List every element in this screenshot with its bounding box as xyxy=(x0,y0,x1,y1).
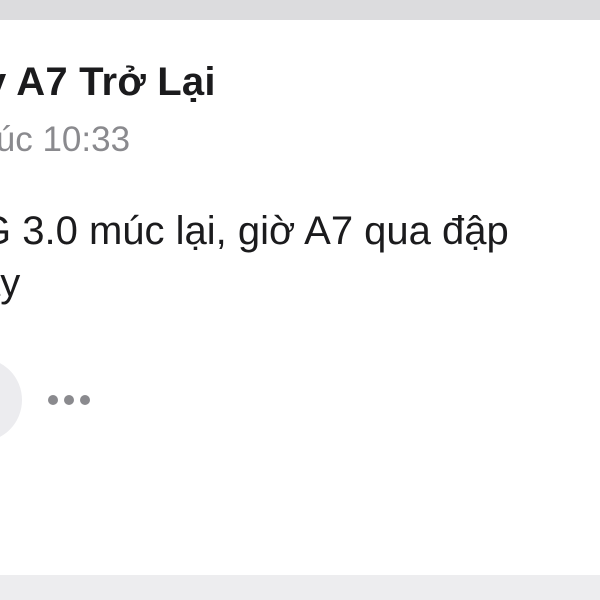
avatar[interactable] xyxy=(0,358,22,442)
post-title[interactable]: y A7 Trở Lại xyxy=(0,60,216,105)
bottom-divider xyxy=(0,575,600,600)
dot-icon xyxy=(48,395,58,405)
post-body-line-2: ấy xyxy=(0,261,21,305)
dot-icon xyxy=(80,395,90,405)
post-body-line-1: G 3.0 múc lại, giờ A7 qua đập xyxy=(0,209,509,253)
top-divider xyxy=(0,0,600,20)
post-timestamp[interactable]: lúc 10:33 xyxy=(0,120,130,160)
more-options-icon[interactable] xyxy=(46,392,92,406)
dot-icon xyxy=(64,395,74,405)
post-card: y A7 Trở Lại lúc 10:33 G 3.0 múc lại, gi… xyxy=(0,20,600,575)
post-body: G 3.0 múc lại, giờ A7 qua đập ấy xyxy=(0,205,600,309)
